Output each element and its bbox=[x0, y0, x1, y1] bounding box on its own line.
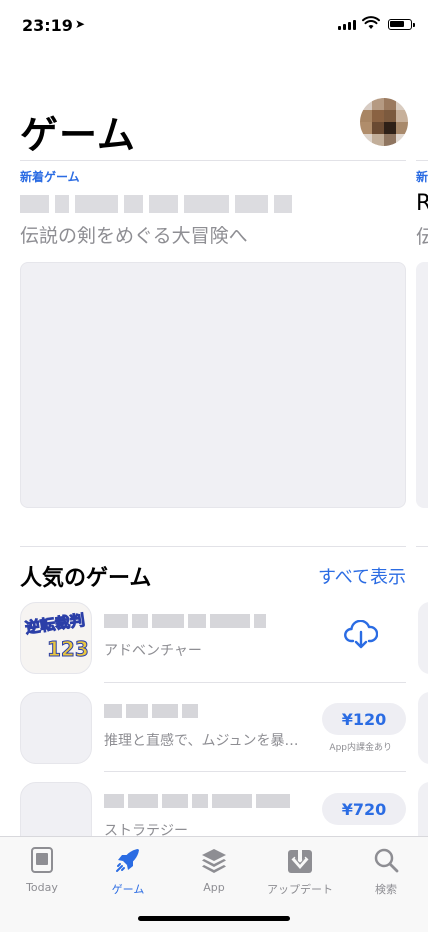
wifi-icon bbox=[362, 16, 380, 29]
price-button[interactable]: ¥120 bbox=[322, 703, 406, 735]
download-tray-icon bbox=[288, 846, 312, 873]
feature-subtitle: 伝説の剣をめぐる大冒険へ bbox=[20, 225, 248, 247]
tab-updates[interactable]: アップデート bbox=[258, 845, 342, 897]
app-icon[interactable]: 逆転裁判 123 bbox=[20, 602, 92, 674]
tab-label: App bbox=[203, 881, 225, 894]
price-button[interactable]: ¥720 bbox=[322, 793, 406, 825]
tab-label: ゲーム bbox=[111, 883, 145, 896]
list-item-peek bbox=[418, 602, 428, 674]
battery-icon bbox=[388, 19, 415, 30]
list-item-peek bbox=[418, 692, 428, 764]
feature-tag: 新着ゲーム bbox=[20, 170, 80, 184]
row-divider bbox=[104, 771, 406, 772]
cellular-signal-icon bbox=[338, 20, 356, 30]
section-divider bbox=[20, 546, 406, 547]
app-name-redacted bbox=[104, 794, 290, 808]
avatar[interactable] bbox=[360, 98, 408, 146]
tab-games[interactable]: ゲーム bbox=[86, 845, 170, 897]
cloud-download-icon[interactable] bbox=[344, 620, 378, 650]
tab-label: アップデート bbox=[267, 883, 333, 896]
tab-label: Today bbox=[26, 881, 58, 894]
feature-peek-tag: 新 bbox=[416, 170, 428, 184]
header-divider bbox=[20, 160, 406, 161]
search-icon bbox=[374, 848, 399, 873]
feature-card-peek[interactable]: 新 R 伝 bbox=[416, 168, 428, 508]
layers-icon bbox=[202, 849, 226, 873]
section-divider-peek bbox=[416, 546, 428, 547]
status-time: 23:19 bbox=[22, 16, 73, 35]
app-subtitle: 推理と直感で、ムジュンを暴… bbox=[104, 733, 299, 749]
app-icon-number: 123 bbox=[47, 637, 90, 662]
rocket-icon bbox=[116, 849, 139, 872]
app-name-redacted bbox=[104, 614, 266, 628]
today-icon bbox=[31, 847, 53, 873]
app-icon-title: 逆転裁判 bbox=[24, 610, 87, 638]
feature-card[interactable]: 新着ゲーム 伝説の剣をめぐる大冒険へ bbox=[20, 168, 406, 508]
home-indicator[interactable] bbox=[138, 916, 290, 921]
app-name-redacted bbox=[104, 704, 198, 718]
app-icon[interactable] bbox=[20, 692, 92, 764]
list-item[interactable]: 逆転裁判 123 アドベンチャー bbox=[20, 602, 406, 676]
page-title: ゲーム bbox=[20, 113, 136, 157]
app-subtitle: アドベンチャー bbox=[104, 643, 202, 659]
location-arrow-icon: ➤ bbox=[75, 17, 86, 31]
feature-peek-subtitle: 伝 bbox=[416, 226, 428, 248]
status-bar: 23:19 ➤ bbox=[0, 0, 428, 50]
tab-label: 検索 bbox=[375, 883, 397, 896]
see-all-link[interactable]: すべて表示 bbox=[318, 563, 406, 589]
list-item[interactable]: 推理と直感で、ムジュンを暴… ¥120 App内課金あり bbox=[20, 692, 406, 766]
feature-artwork[interactable] bbox=[20, 262, 406, 508]
tab-search[interactable]: 検索 bbox=[344, 845, 428, 897]
feature-peek-name: R bbox=[416, 191, 428, 216]
tab-apps[interactable]: App bbox=[172, 845, 256, 894]
row-divider bbox=[104, 682, 406, 683]
feature-peek-artwork bbox=[416, 262, 428, 508]
section-title: 人気のゲーム bbox=[20, 566, 152, 591]
tab-today[interactable]: Today bbox=[0, 845, 84, 894]
feature-app-name-redacted bbox=[20, 195, 292, 213]
in-app-purchase-note: App内課金あり bbox=[329, 743, 392, 753]
header-divider-peek bbox=[416, 160, 428, 161]
